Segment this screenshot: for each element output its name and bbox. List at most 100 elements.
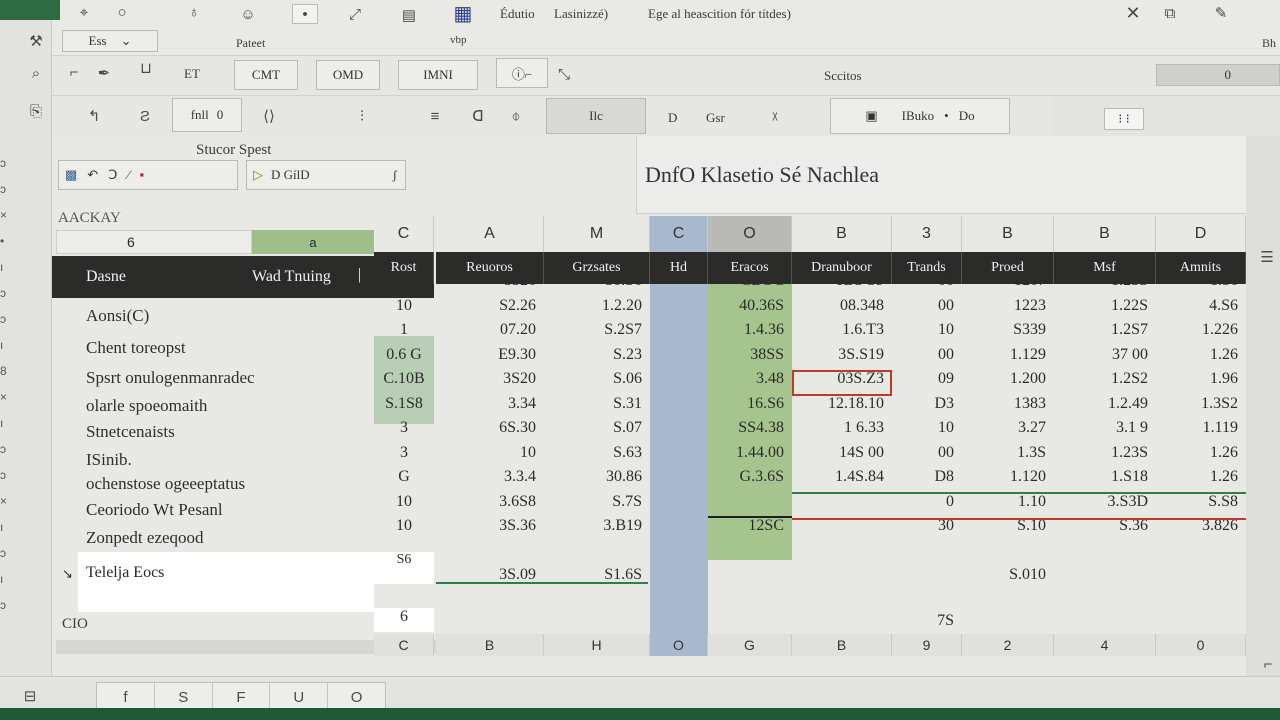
table-cell[interactable]: 5326 bbox=[436, 272, 536, 290]
table-cell[interactable]: 1.120 bbox=[962, 468, 1046, 486]
table-cell[interactable]: 1.10 bbox=[962, 493, 1046, 511]
table-cell[interactable]: 1.3S bbox=[962, 444, 1046, 462]
column-letter[interactable]: M bbox=[544, 216, 650, 252]
table-cell[interactable]: 1.119 bbox=[1156, 419, 1238, 437]
tb2-button-2[interactable]: OMD bbox=[316, 60, 380, 90]
share-icon[interactable]: ⤢ bbox=[342, 2, 368, 26]
table-cell[interactable]: 1.226 bbox=[1156, 321, 1238, 339]
ribbon-tab-2[interactable]: Lasinizzé) bbox=[554, 6, 608, 22]
table-cell[interactable]: 0.6 G bbox=[374, 346, 434, 364]
table-cell[interactable]: 07.20 bbox=[436, 321, 536, 339]
spin-control[interactable]: ⁝ ⁝ bbox=[1104, 108, 1144, 130]
tb2-button-3[interactable]: IMNI bbox=[398, 60, 478, 90]
table-cell[interactable]: 3 bbox=[374, 419, 434, 437]
table-cell[interactable]: 1.2S7 bbox=[1054, 321, 1148, 339]
table-cell[interactable]: 1.2S2 bbox=[1054, 370, 1148, 388]
table-cell[interactable]: S.2S7 bbox=[544, 321, 642, 339]
help-button[interactable]: ⓘ⌐ bbox=[496, 58, 548, 88]
status-f-icon[interactable]: f bbox=[97, 683, 155, 711]
table-cell[interactable]: 1.26 bbox=[1156, 444, 1238, 462]
column-letter[interactable]: B bbox=[1054, 216, 1156, 252]
status-u-icon[interactable]: U bbox=[270, 683, 329, 711]
active-cell[interactable]: 6 bbox=[374, 608, 434, 632]
table-cell[interactable]: 1.6.T3 bbox=[792, 321, 884, 339]
table-cell[interactable]: 10 bbox=[436, 444, 536, 462]
table-cell[interactable]: 1.44.00 bbox=[708, 444, 784, 462]
circle-icon[interactable]: ○ bbox=[110, 2, 134, 22]
zoom-field[interactable]: 0 bbox=[1156, 64, 1280, 86]
style-dropdown[interactable]: Ess ⌄ bbox=[62, 30, 158, 52]
format-toolbar[interactable]: ▩ ↶ Ↄ ∕ ▪ bbox=[58, 160, 238, 190]
table-cell[interactable]: 3.B19 bbox=[544, 517, 642, 535]
align-icon[interactable]: ⫶ bbox=[334, 104, 390, 128]
pen-icon[interactable]: ✎ bbox=[1210, 2, 1232, 24]
footer-column-letter[interactable]: G bbox=[708, 634, 792, 656]
list-item[interactable]: ISinib. bbox=[86, 450, 132, 470]
table-cell[interactable]: 6S.30 bbox=[436, 419, 536, 437]
table-cell[interactable]: 10 bbox=[374, 517, 434, 535]
column-letter[interactable]: B bbox=[792, 216, 892, 252]
column-letter[interactable]: A bbox=[436, 216, 544, 252]
right-scrollbar[interactable] bbox=[1246, 136, 1280, 676]
table-cell[interactable]: 3.3.4 bbox=[436, 468, 536, 486]
column-letter[interactable]: O bbox=[708, 216, 792, 252]
table-cell[interactable]: 16.S6 bbox=[708, 395, 784, 413]
table-cell[interactable]: S.31 bbox=[544, 395, 642, 413]
table-cell[interactable]: 00 bbox=[892, 297, 954, 315]
table-cell[interactable]: 1.2.49 bbox=[1054, 395, 1148, 413]
status-o-icon[interactable]: O bbox=[328, 683, 385, 711]
tb2-button-1[interactable]: CMT bbox=[234, 60, 298, 90]
table-cell[interactable]: 3S.S19 bbox=[792, 346, 884, 364]
arrow-icon[interactable]: ↰ bbox=[74, 104, 114, 128]
person-icon[interactable]: ☺ bbox=[234, 2, 262, 26]
column-letter[interactable]: D bbox=[1156, 216, 1246, 252]
footer-column-letter[interactable]: 4 bbox=[1054, 634, 1156, 656]
table-cell[interactable]: 08.348 bbox=[792, 297, 884, 315]
page-icon[interactable]: ▤ bbox=[396, 2, 422, 28]
table-cell[interactable]: 50.S6 bbox=[544, 272, 642, 290]
table-cell[interactable]: 00 bbox=[892, 444, 954, 462]
table-cell[interactable]: 10 bbox=[892, 321, 954, 339]
table-cell[interactable]: 1.3S2 bbox=[1156, 395, 1238, 413]
table-cell[interactable]: 14S 00 bbox=[792, 444, 884, 462]
table-cell[interactable]: 1.2.20 bbox=[544, 297, 642, 315]
table-cell[interactable]: SS4.38 bbox=[708, 419, 784, 437]
italic-icon[interactable]: ⟨⟩ bbox=[254, 104, 284, 128]
table-cell[interactable]: S339 bbox=[962, 321, 1046, 339]
table-cell[interactable]: C.10B bbox=[374, 370, 434, 388]
table-cell[interactable]: D3 bbox=[892, 395, 954, 413]
table-cell[interactable]: 3.34 bbox=[436, 395, 536, 413]
list-item[interactable]: Spsrt onulogenmanradec bbox=[86, 368, 255, 388]
footer-column-letter[interactable]: 0 bbox=[1156, 634, 1246, 656]
table-cell[interactable]: 1.23S bbox=[1054, 444, 1148, 462]
s-icon[interactable]: Ƨ bbox=[132, 104, 158, 128]
footer-column-letter[interactable]: 2 bbox=[962, 634, 1054, 656]
table-cell[interactable]: 1.96 bbox=[1156, 370, 1238, 388]
table-cell[interactable]: 1.56 bbox=[1156, 272, 1238, 290]
table-cell[interactable]: S.63 bbox=[544, 444, 642, 462]
tool-icon[interactable]: ⚒ bbox=[24, 30, 48, 52]
table-cell[interactable]: 10 bbox=[892, 419, 954, 437]
name-box-field[interactable]: 6 bbox=[56, 230, 252, 254]
dot-button[interactable]: • bbox=[292, 4, 318, 24]
column-title[interactable]: Hd bbox=[650, 252, 708, 284]
equals-icon[interactable]: ☰ bbox=[1254, 244, 1280, 270]
table-cell[interactable]: 0 bbox=[892, 493, 954, 511]
list-item[interactable]: Ceoriodo Wt Pesanl bbox=[86, 500, 223, 520]
footer-column-letter[interactable]: B bbox=[792, 634, 892, 656]
close-icon[interactable]: ✕ bbox=[1122, 2, 1144, 24]
footer-column-letter[interactable]: 9 bbox=[892, 634, 962, 656]
table-cell[interactable]: CBOC bbox=[708, 272, 784, 290]
column-letter[interactable]: C bbox=[650, 216, 708, 252]
brush-icon[interactable]: ✒ bbox=[94, 62, 114, 84]
table-cell[interactable]: 00 bbox=[892, 346, 954, 364]
d-icon[interactable]: ᗡ bbox=[466, 104, 490, 128]
table-cell[interactable]: 12SC bbox=[708, 517, 784, 535]
table-cell[interactable]: 1.4S.84 bbox=[792, 468, 884, 486]
list-item[interactable]: olarle spoeomaith bbox=[86, 396, 207, 416]
table-cell[interactable]: 4.S6 bbox=[1156, 297, 1238, 315]
table-cell[interactable]: 1.26 bbox=[1156, 346, 1238, 364]
table-cell[interactable]: S.7S bbox=[544, 493, 642, 511]
table-cell[interactable]: S.010 bbox=[962, 566, 1046, 584]
table-cell[interactable]: 1.S18 bbox=[1054, 468, 1148, 486]
